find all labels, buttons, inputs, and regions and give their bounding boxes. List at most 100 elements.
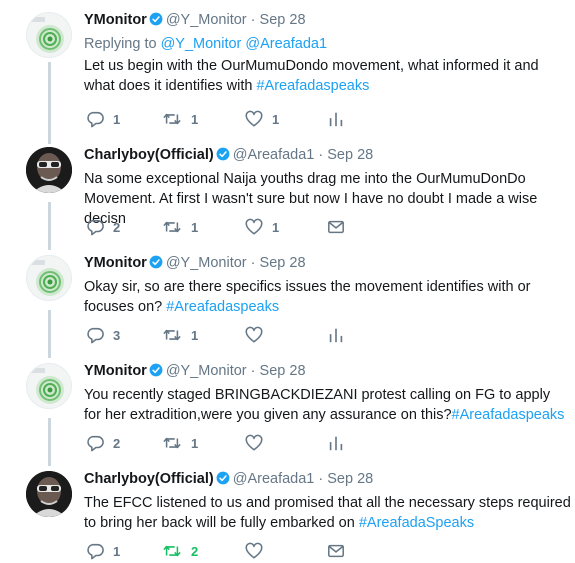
thread-line [48,202,51,250]
retweet-icon [162,542,182,560]
reply-count: 2 [113,219,121,235]
tweet-body: Okay sir, so are there specifics issues … [84,279,531,315]
retweet-button[interactable]: 1 [162,217,198,237]
replying-to-label: Replying to [84,36,157,52]
reply-icon [86,542,104,560]
hashtag-link[interactable]: #Areafadaspeaks [256,78,369,94]
retweet-icon [162,434,182,452]
hashtag-link[interactable]: #Areafadaspeaks [452,407,565,423]
reply-count: 3 [113,327,121,343]
retweet-button[interactable]: 1 [162,109,198,129]
like-button[interactable]: 1 [245,217,279,237]
avatar[interactable] [26,471,72,517]
analytics-button[interactable] [327,433,345,453]
author-name[interactable]: Charlyboy(Official) [84,471,214,487]
author-name[interactable]: Charlyboy(Official) [84,147,214,163]
retweet-count: 1 [191,111,199,127]
tweet-date[interactable]: Sep 28 [260,12,306,28]
hashtag-link[interactable]: #Areafadaspeaks [166,299,279,315]
like-count: 1 [272,111,280,127]
tweet-date[interactable]: Sep 28 [260,363,306,379]
heart-icon [245,218,263,236]
verified-icon [149,255,163,274]
direct-message-button[interactable] [327,541,345,561]
tweet-text: The EFCC listened to us and promised tha… [84,493,571,533]
author-name[interactable]: YMonitor [84,255,147,271]
author-handle[interactable]: @Y_Monitor [166,255,247,271]
tweet-header: YMonitor @Y_Monitor · Sep 28 [84,363,571,382]
replying-to: Replying to @Y_Monitor @Areafada1 [84,35,571,53]
avatar[interactable] [26,147,72,193]
separator-dot: · [250,363,256,379]
avatar[interactable] [26,363,72,409]
verified-icon [149,363,163,382]
tweet-date[interactable]: Sep 28 [327,147,373,163]
analytics-button[interactable] [327,109,345,129]
verified-icon [216,147,230,166]
thread-line [48,418,51,466]
thread-line [48,62,51,144]
tweet-header: Charlyboy(Official) @Areafada1 · Sep 28 [84,147,571,166]
author-handle[interactable]: @Areafada1 [233,471,315,487]
heart-icon [245,542,263,560]
reply-icon [86,218,104,236]
reply-button[interactable]: 3 [86,325,120,345]
separator-dot: · [250,12,256,28]
author-name[interactable]: YMonitor [84,363,147,379]
heart-icon [245,434,263,452]
separator-dot: · [318,471,324,487]
retweet-count: 1 [191,219,199,235]
author-handle[interactable]: @Y_Monitor [166,363,247,379]
tweet-date[interactable]: Sep 28 [327,471,373,487]
heart-icon [245,326,263,344]
analytics-button[interactable] [327,325,345,345]
retweet-icon [162,110,182,128]
retweet-button[interactable]: 2 [162,541,198,561]
reply-icon [86,326,104,344]
message-icon [327,218,345,236]
message-icon [327,542,345,560]
retweet-count: 2 [191,543,199,559]
like-button[interactable]: 1 [245,109,279,129]
reply-count: 1 [113,543,121,559]
author-handle[interactable]: @Areafada1 [233,147,315,163]
retweet-button[interactable]: 1 [162,325,198,345]
like-button[interactable] [245,325,272,345]
verified-icon [216,471,230,490]
verified-icon [149,12,163,31]
retweet-icon [162,326,182,344]
thread-line [48,310,51,358]
heart-icon [245,110,263,128]
tweet-text: Okay sir, so are there specifics issues … [84,277,571,317]
separator-dot: · [318,147,324,163]
author-name[interactable]: YMonitor [84,12,147,28]
tweet-header: Charlyboy(Official) @Areafada1 · Sep 28 [84,471,571,490]
tweet-body: The EFCC listened to us and promised tha… [84,495,571,531]
tweet-text: You recently staged BRINGBACKDIEZANI pro… [84,385,571,425]
reply-button[interactable]: 2 [86,433,120,453]
avatar[interactable] [26,255,72,301]
reply-button[interactable]: 1 [86,109,120,129]
reply-button[interactable]: 1 [86,541,120,561]
analytics-icon [327,110,345,128]
reply-icon [86,110,104,128]
replying-to-mentions[interactable]: @Y_Monitor @Areafada1 [161,36,327,52]
tweet-text: Let us begin with the OurMumuDondo movem… [84,56,571,96]
avatar[interactable] [26,12,72,58]
reply-icon [86,434,104,452]
hashtag-link[interactable]: #AreafadaSpeaks [359,515,474,531]
analytics-icon [327,326,345,344]
like-button[interactable] [245,541,272,561]
like-button[interactable] [245,433,272,453]
tweet-body: Na some exceptional Naija youths drag me… [84,171,538,227]
analytics-icon [327,434,345,452]
tweet-header: YMonitor @Y_Monitor · Sep 28 [84,255,571,274]
reply-count: 1 [113,111,121,127]
author-handle[interactable]: @Y_Monitor [166,12,247,28]
retweet-button[interactable]: 1 [162,433,198,453]
retweet-count: 1 [191,327,199,343]
separator-dot: · [250,255,256,271]
direct-message-button[interactable] [327,217,345,237]
reply-button[interactable]: 2 [86,217,120,237]
tweet-date[interactable]: Sep 28 [260,255,306,271]
